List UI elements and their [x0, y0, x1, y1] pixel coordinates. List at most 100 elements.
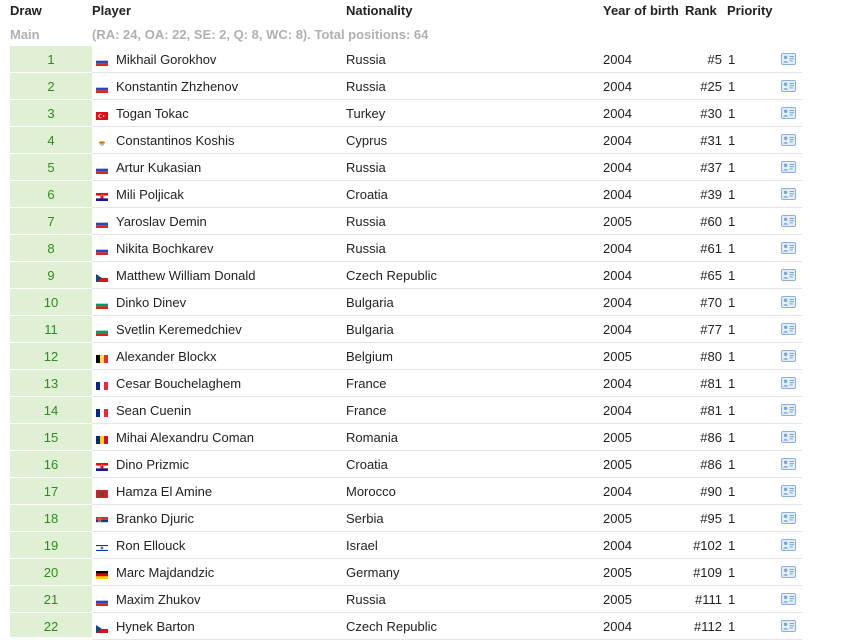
player-name[interactable]: Yaroslav Demin: [116, 214, 207, 229]
table-row[interactable]: 11 Svetlin Keremedchiev Bulgaria 2004 #77 1: [0, 316, 849, 343]
column-header-nationality[interactable]: Nationality: [346, 3, 412, 18]
table-row[interactable]: 3 Togan Tokac Turkey 2004 #30 1: [0, 100, 849, 127]
column-header-year-of-birth[interactable]: Year of birth: [603, 3, 679, 18]
player-year-of-birth: 2004: [603, 133, 632, 148]
player-nationality: Bulgaria: [346, 295, 394, 310]
serbia-flag-icon: [96, 513, 110, 525]
table-row[interactable]: 6 Mili Poljicak Croatia 2004 #39 1: [0, 181, 849, 208]
player-profile-icon[interactable]: [781, 404, 796, 416]
player-profile-icon[interactable]: [781, 431, 796, 443]
player-name[interactable]: Togan Tokac: [116, 106, 189, 121]
player-profile-icon[interactable]: [781, 215, 796, 227]
draw-number: 12: [43, 349, 59, 364]
table-row[interactable]: 4 Constantinos Koshis Cyprus 2004 #31 1: [0, 127, 849, 154]
section-summary: (RA: 24, OA: 22, SE: 2, Q: 8, WC: 8). To…: [92, 27, 429, 42]
player-name[interactable]: Marc Majdandzic: [116, 565, 214, 580]
table-row[interactable]: 10 Dinko Dinev Bulgaria 2004 #70 1: [0, 289, 849, 316]
player-name[interactable]: Hamza El Amine: [116, 484, 212, 499]
table-row[interactable]: 8 Nikita Bochkarev Russia 2004 #61 1: [0, 235, 849, 262]
player-profile-icon[interactable]: [781, 242, 796, 254]
player-name[interactable]: Dino Prizmic: [116, 457, 189, 472]
player-rank: #95: [700, 511, 722, 526]
player-profile-icon[interactable]: [781, 350, 796, 362]
player-name[interactable]: Dinko Dinev: [116, 295, 186, 310]
player-name[interactable]: Maxim Zhukov: [116, 592, 201, 607]
player-name[interactable]: Artur Kukasian: [116, 160, 201, 175]
table-row[interactable]: 7 Yaroslav Demin Russia 2005 #60 1: [0, 208, 849, 235]
player-profile-icon[interactable]: [781, 296, 796, 308]
player-priority: 1: [728, 160, 736, 175]
column-header-priority[interactable]: Priority: [727, 3, 773, 18]
player-nationality: Czech Republic: [346, 619, 438, 634]
player-name[interactable]: Svetlin Keremedchiev: [116, 322, 242, 337]
player-profile-icon[interactable]: [781, 53, 796, 65]
player-name[interactable]: Konstantin Zhzhenov: [116, 79, 238, 94]
table-row[interactable]: 19 Ron Ellouck Israel 2004 #102 1: [0, 532, 849, 559]
player-year-of-birth: 2005: [603, 214, 632, 229]
player-name[interactable]: Constantinos Koshis: [116, 133, 235, 148]
player-rank: #109: [693, 565, 722, 580]
player-name[interactable]: Ron Ellouck: [116, 538, 185, 553]
table-row[interactable]: 15 Mihai Alexandru Coman Romania 2005 #86 1: [0, 424, 849, 451]
player-name[interactable]: Mikhail Gorokhov: [116, 52, 216, 67]
player-profile-icon[interactable]: [781, 593, 796, 605]
column-header-draw[interactable]: Draw: [10, 3, 42, 18]
table-row[interactable]: 2 Konstantin Zhzhenov Russia 2004 #25 1: [0, 73, 849, 100]
player-profile-icon[interactable]: [781, 269, 796, 281]
player-year-of-birth: 2004: [603, 403, 632, 418]
player-profile-icon[interactable]: [781, 566, 796, 578]
russia-flag-icon: [96, 162, 110, 174]
player-name[interactable]: Mihai Alexandru Coman: [116, 430, 254, 445]
draw-number: 15: [43, 430, 59, 445]
player-profile-icon[interactable]: [781, 134, 796, 146]
section-name: Main: [10, 27, 40, 42]
player-profile-icon[interactable]: [781, 458, 796, 470]
table-row[interactable]: 20 Marc Majdandzic Germany 2005 #109 1: [0, 559, 849, 586]
player-profile-icon[interactable]: [781, 512, 796, 524]
table-row[interactable]: 17 Hamza El Amine Morocco 2004 #90 1: [0, 478, 849, 505]
column-header-player[interactable]: Player: [92, 3, 131, 18]
player-profile-icon[interactable]: [781, 377, 796, 389]
player-priority: 1: [728, 106, 736, 121]
player-name[interactable]: Branko Djuric: [116, 511, 194, 526]
player-year-of-birth: 2004: [603, 106, 632, 121]
player-year-of-birth: 2005: [603, 592, 632, 607]
table-row[interactable]: 16 Dino Prizmic Croatia 2005 #86 1: [0, 451, 849, 478]
table-row[interactable]: 9 Matthew William Donald Czech Republic 200…: [0, 262, 849, 289]
player-nationality: Bulgaria: [346, 322, 394, 337]
player-year-of-birth: 2004: [603, 376, 632, 391]
player-priority: 1: [728, 457, 736, 472]
player-name[interactable]: Alexander Blockx: [116, 349, 216, 364]
player-name[interactable]: Nikita Bochkarev: [116, 241, 214, 256]
table-row[interactable]: 5 Artur Kukasian Russia 2004 #37 1: [0, 154, 849, 181]
table-row[interactable]: 22 Hynek Barton Czech Republic 2004 #112 1: [0, 613, 849, 640]
player-rank: #25: [700, 79, 722, 94]
player-priority: 1: [728, 484, 736, 499]
column-header-rank[interactable]: Rank: [685, 3, 717, 18]
player-profile-icon[interactable]: [781, 539, 796, 551]
player-profile-icon[interactable]: [781, 107, 796, 119]
table-row[interactable]: 18 Branko Djuric Serbia 2005 #95 1: [0, 505, 849, 532]
player-name[interactable]: Mili Poljicak: [116, 187, 184, 202]
player-year-of-birth: 2004: [603, 160, 632, 175]
player-name[interactable]: Matthew William Donald: [116, 268, 255, 283]
player-priority: 1: [728, 592, 736, 607]
player-nationality: Russia: [346, 79, 386, 94]
player-profile-icon[interactable]: [781, 80, 796, 92]
player-name[interactable]: Cesar Bouchelaghem: [116, 376, 241, 391]
player-profile-icon[interactable]: [781, 188, 796, 200]
player-profile-icon[interactable]: [781, 161, 796, 173]
table-row[interactable]: 1 Mikhail Gorokhov Russia 2004 #5 1: [0, 46, 849, 73]
player-profile-icon[interactable]: [781, 485, 796, 497]
player-priority: 1: [728, 430, 736, 445]
table-row[interactable]: 14 Sean Cuenin France 2004 #81 1: [0, 397, 849, 424]
player-profile-icon[interactable]: [781, 323, 796, 335]
player-priority: 1: [728, 619, 736, 634]
player-profile-icon[interactable]: [781, 620, 796, 632]
table-row[interactable]: 21 Maxim Zhukov Russia 2005 #111 1: [0, 586, 849, 613]
player-name[interactable]: Sean Cuenin: [116, 403, 191, 418]
player-nationality: Cyprus: [346, 133, 388, 148]
table-row[interactable]: 12 Alexander Blockx Belgium 2005 #80 1: [0, 343, 849, 370]
table-row[interactable]: 13 Cesar Bouchelaghem France 2004 #81 1: [0, 370, 849, 397]
player-name[interactable]: Hynek Barton: [116, 619, 195, 634]
